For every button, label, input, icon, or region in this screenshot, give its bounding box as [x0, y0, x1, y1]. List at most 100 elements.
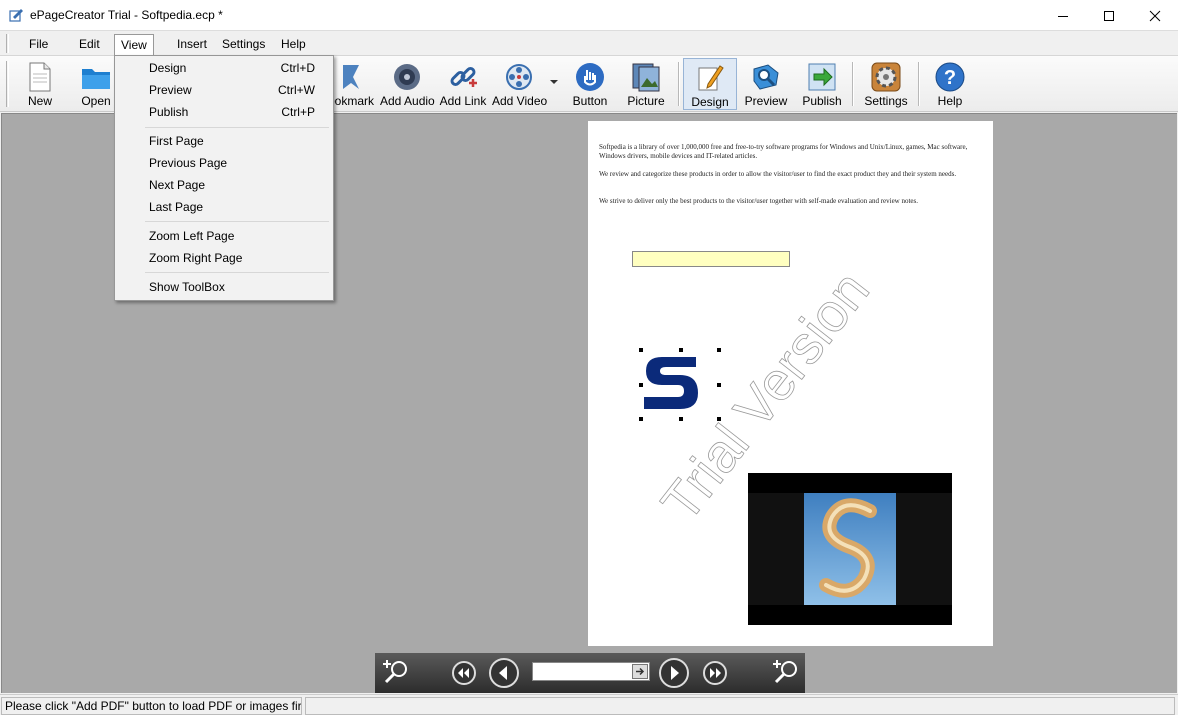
video-frame [748, 493, 952, 605]
picture-button[interactable]: Picture [620, 58, 672, 110]
selection-handle[interactable] [717, 383, 721, 387]
toolbar-separator [852, 62, 854, 106]
add-audio-button[interactable]: Add Audio [380, 58, 435, 110]
selection-handle[interactable] [717, 417, 721, 421]
toolbar-separator [918, 62, 920, 106]
status-message: Please click "Add PDF" button to load PD… [1, 697, 302, 715]
page-paragraph[interactable]: Softpedia is a library of over 1,000,000… [599, 143, 979, 161]
title-bar: ePageCreator Trial - Softpedia.ecp * [0, 0, 1178, 31]
window-title: ePageCreator Trial - Softpedia.ecp * [30, 8, 223, 22]
menu-item-previous-page[interactable]: Previous Page [117, 152, 331, 174]
close-icon [1149, 10, 1161, 21]
minimize-button[interactable] [1040, 0, 1086, 31]
menu-item-show-toolbox[interactable]: Show ToolBox [117, 276, 331, 298]
selection-handle[interactable] [639, 383, 643, 387]
open-button[interactable]: Open [72, 58, 120, 110]
menu-edit[interactable]: Edit [73, 34, 106, 55]
status-bar: Please click "Add PDF" button to load PD… [0, 694, 1178, 715]
menu-separator [145, 127, 329, 128]
bookmark-icon [343, 65, 359, 89]
design-button[interactable]: Design [683, 58, 737, 110]
menu-item-design[interactable]: Design Ctrl+D [117, 57, 331, 79]
video-object[interactable] [748, 473, 952, 625]
zoom-in-left-icon[interactable] [381, 658, 411, 688]
last-page-icon[interactable] [700, 658, 730, 688]
menu-item-zoom-right-page[interactable]: Zoom Right Page [117, 247, 331, 269]
menu-item-label: Zoom Right Page [149, 251, 243, 265]
settings-button-label: Settings [864, 94, 908, 108]
button-button-label: Button [572, 94, 608, 108]
add-video-dropdown-arrow[interactable] [550, 80, 558, 84]
film-reel-icon [506, 64, 532, 90]
close-button[interactable] [1132, 0, 1178, 31]
button-button[interactable]: Button [566, 58, 614, 110]
publish-button-label: Publish [802, 94, 842, 108]
help-button-label: Help [937, 94, 963, 108]
menu-item-label: Next Page [149, 178, 206, 192]
menu-item-label: Publish [149, 105, 189, 119]
add-audio-label: Add Audio [380, 94, 435, 108]
previous-page-icon[interactable] [487, 656, 521, 690]
page-navigation-bar [375, 653, 805, 693]
first-page-icon[interactable] [449, 658, 479, 688]
menu-bar: File Edit View Insert Settings Help [0, 31, 1178, 56]
go-arrow-icon [636, 667, 645, 676]
menu-insert[interactable]: Insert [171, 34, 213, 55]
menu-item-label: Previous Page [149, 156, 228, 170]
menu-item-label: Design [149, 61, 187, 75]
preview-button[interactable]: Preview [740, 58, 792, 110]
page-number-input[interactable] [532, 662, 650, 681]
menu-view[interactable]: View [114, 34, 154, 56]
menu-settings[interactable]: Settings [216, 34, 271, 55]
app-icon [9, 9, 23, 22]
page-paragraph[interactable]: We strive to deliver only the best produ… [599, 197, 979, 206]
selection-handle[interactable] [679, 348, 683, 352]
gear-icon [871, 62, 901, 92]
text-field-object[interactable] [632, 251, 790, 267]
hand-pointer-icon [576, 63, 604, 91]
preview-icon [753, 64, 779, 90]
design-pencil-icon [698, 65, 724, 91]
go-to-page-button[interactable] [632, 664, 648, 679]
menu-item-label: Show ToolBox [149, 280, 225, 294]
menu-item-preview[interactable]: Preview Ctrl+W [117, 79, 331, 101]
new-button[interactable]: New [16, 58, 64, 110]
selection-handle[interactable] [639, 348, 643, 352]
selection-handle[interactable] [717, 348, 721, 352]
picture-icon [632, 63, 660, 92]
design-page[interactable]: Softpedia is a library of over 1,000,000… [588, 121, 993, 646]
menu-help[interactable]: Help [275, 34, 312, 55]
status-panel [305, 697, 1175, 715]
menu-file[interactable]: File [23, 34, 54, 55]
menu-item-label: Zoom Left Page [149, 229, 235, 243]
selection-handle[interactable] [639, 417, 643, 421]
settings-button[interactable]: Settings [860, 58, 912, 110]
zoom-in-right-icon[interactable] [771, 658, 801, 688]
add-link-button[interactable]: Add Link [438, 58, 488, 110]
next-page-icon[interactable] [657, 656, 691, 690]
new-button-label: New [27, 94, 52, 108]
picture-button-label: Picture [627, 94, 665, 108]
minimize-icon [1058, 15, 1068, 17]
menubar-grip[interactable] [6, 34, 9, 53]
page-paragraph[interactable]: We review and categorize these products … [599, 170, 979, 179]
softpedia-logo-image[interactable] [640, 349, 720, 419]
open-button-label: Open [81, 94, 111, 108]
publish-button[interactable]: Publish [796, 58, 848, 110]
toolbar-grip[interactable] [6, 61, 9, 107]
new-document-icon [29, 62, 51, 92]
menu-item-next-page[interactable]: Next Page [117, 174, 331, 196]
menu-item-first-page[interactable]: First Page [117, 130, 331, 152]
menu-item-zoom-left-page[interactable]: Zoom Left Page [117, 225, 331, 247]
add-video-button[interactable]: Add Video [492, 58, 548, 110]
menu-item-publish[interactable]: Publish Ctrl+P [117, 101, 331, 123]
menu-item-shortcut: Ctrl+W [278, 83, 315, 97]
selection-handle[interactable] [679, 417, 683, 421]
menu-item-label: Preview [149, 83, 192, 97]
menu-item-last-page[interactable]: Last Page [117, 196, 331, 218]
speaker-icon [394, 64, 420, 90]
maximize-button[interactable] [1086, 0, 1132, 31]
maximize-icon [1104, 10, 1114, 21]
add-video-label: Add Video [492, 94, 548, 108]
help-button[interactable]: ? Help [926, 58, 974, 110]
